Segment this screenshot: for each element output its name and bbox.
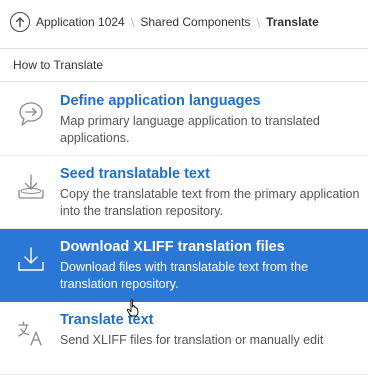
download-tray-icon [16, 245, 46, 275]
breadcrumb-separator: \ [130, 14, 135, 30]
step-title[interactable]: Define application languages [60, 93, 261, 109]
step-description: Send XLIFF files for translation or manu… [60, 333, 324, 347]
chat-bubble-arrow-icon [16, 99, 46, 129]
breadcrumb-separator: \ [256, 14, 261, 30]
step-title[interactable]: Download XLIFF translation files [60, 239, 285, 255]
breadcrumb-current: Translate [266, 15, 319, 29]
translate-icon [16, 318, 46, 348]
mouse-pointer-icon [126, 299, 140, 317]
step-description: Map primary language application to tran… [60, 114, 320, 145]
step-download-xliff[interactable]: Download XLIFF translation files Downloa… [0, 229, 368, 302]
step-description: Copy the translatable text from the prim… [60, 187, 360, 218]
region-header: How to Translate [0, 48, 368, 82]
breadcrumb-application[interactable]: Application 1024 [36, 15, 125, 29]
step-description: Download files with translatable text fr… [60, 260, 309, 291]
step-define-languages[interactable]: Define application languages Map primary… [0, 83, 368, 156]
step-title[interactable]: Seed translatable text [60, 166, 210, 182]
step-translate-text[interactable]: Translate text Send XLIFF files for tran… [0, 302, 368, 375]
seed-tray-icon [16, 172, 46, 202]
region-title: How to Translate [13, 58, 104, 72]
steps-list: Define application languages Map primary… [0, 83, 368, 375]
breadcrumb-shared-components[interactable]: Shared Components [140, 15, 250, 29]
breadcrumb: Application 1024 \ Shared Components \ T… [0, 0, 368, 44]
app-up-arrow-icon[interactable] [10, 12, 30, 32]
step-seed-text[interactable]: Seed translatable text Copy the translat… [0, 156, 368, 229]
